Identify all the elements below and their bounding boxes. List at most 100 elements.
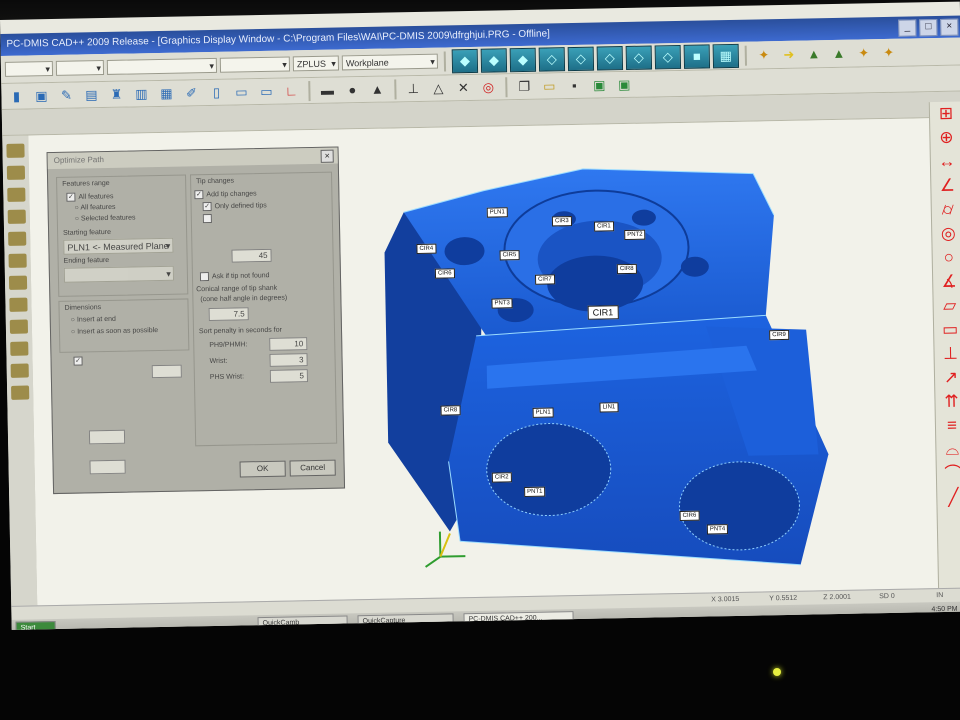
left-tool-icon[interactable]	[10, 363, 29, 378]
probe-mode-icon[interactable]: ✦	[753, 45, 775, 65]
view-solid-icon[interactable]: ■	[683, 43, 711, 69]
view-cube-icon[interactable]: ◇	[596, 45, 624, 71]
machine-icon[interactable]: ▲	[828, 43, 850, 63]
taskbar-item[interactable]: QuickCapture	[357, 613, 454, 628]
target-icon[interactable]: ◎	[477, 77, 499, 97]
import-icon[interactable]: ▣	[613, 74, 635, 94]
start-button[interactable]: Start	[15, 621, 56, 630]
feature-label[interactable]: CIR6	[434, 268, 455, 279]
crosshair-icon[interactable]: ⊕	[930, 126, 960, 151]
feature-label-selected[interactable]: CIR1	[587, 305, 619, 320]
maximize-button[interactable]: □	[919, 19, 938, 37]
feature-label[interactable]: PNT4	[706, 524, 729, 535]
toolbar-icon[interactable]: ▥	[130, 84, 152, 104]
feature-label[interactable]: CIR9	[769, 329, 789, 341]
left-tool-icon[interactable]	[8, 231, 27, 246]
dialog-close-button[interactable]: ×	[320, 149, 334, 163]
left-tool-icon[interactable]	[9, 297, 28, 312]
taskbar-item-active[interactable]: PC-DMIS CAD++ 200...	[463, 611, 574, 626]
workplane-select[interactable]: Workplane	[341, 53, 439, 71]
left-tool-icon[interactable]	[7, 209, 26, 224]
view-cube-icon[interactable]: ◆	[509, 47, 537, 72]
only-defined-tips-checkbox[interactable]: ✓ Only defined tips	[202, 201, 267, 212]
toolbar-icon[interactable]: ✐	[180, 83, 202, 103]
cylindricity-icon[interactable]: ⌭	[932, 198, 960, 223]
feature-select[interactable]	[219, 56, 291, 73]
cancel-button[interactable]: Cancel	[289, 459, 336, 477]
toolbar-icon[interactable]: ▮	[5, 86, 27, 106]
close-button[interactable]: ×	[940, 18, 959, 36]
circularity-icon[interactable]: ○	[933, 246, 960, 271]
flatness-icon[interactable]: ▱	[933, 294, 960, 319]
total-runout-icon[interactable]: ⇈	[935, 389, 960, 414]
machine-icon[interactable]: ▲	[803, 44, 825, 64]
toolbar-icon[interactable]: ✎	[55, 85, 77, 105]
left-tool-icon[interactable]	[8, 275, 28, 290]
taskbar-item[interactable]: QuickCamb	[257, 615, 348, 630]
toolbar-icon[interactable]: ▦	[155, 83, 177, 103]
axis-icon[interactable]: ∟	[280, 81, 302, 101]
view-cube-icon[interactable]: ◇	[625, 44, 653, 70]
profile-surface-icon[interactable]: ⌓	[936, 437, 960, 462]
wrist-penalty-field[interactable]: 3	[269, 353, 308, 367]
left-tool-icon[interactable]	[6, 165, 26, 180]
all-features-radio[interactable]: ○ All features	[75, 204, 116, 212]
left-tool-icon[interactable]	[6, 143, 25, 158]
feature-label[interactable]: CIR1	[593, 221, 614, 232]
surface-icon[interactable]: ▲	[366, 79, 388, 99]
phs-wrist-penalty-field[interactable]: 5	[269, 369, 309, 383]
toolbar-icon[interactable]: ▭	[255, 81, 277, 101]
toolbar-icon[interactable]: ▤	[80, 85, 102, 105]
feature-label[interactable]: PNT1	[524, 486, 546, 498]
probe-axis-select[interactable]: ZPLUS	[292, 55, 340, 72]
toolbar-icon[interactable]: ▣	[30, 86, 52, 106]
parallelism-icon[interactable]: ▭	[934, 318, 960, 343]
profile-line-icon[interactable]: ⌒	[937, 461, 960, 486]
feature-label[interactable]: PLN1	[532, 407, 554, 418]
view-cube-icon[interactable]: ◇	[567, 46, 595, 71]
angularity-icon[interactable]: ∡	[933, 270, 960, 295]
alignment-select[interactable]	[106, 57, 218, 75]
concentricity-icon[interactable]: ◎	[932, 222, 960, 247]
cone-angle-field[interactable]: 45	[231, 248, 272, 263]
selected-features-radio[interactable]: ○ Selected features	[75, 214, 136, 222]
view-cube-icon[interactable]: ◆	[451, 48, 479, 73]
distance-icon[interactable]: ↔	[931, 150, 960, 175]
runout-icon[interactable]: ↗	[935, 366, 960, 391]
left-tool-icon[interactable]	[9, 319, 29, 334]
window-icon[interactable]: ▭	[538, 76, 560, 96]
toolbar-icon[interactable]: ♜	[105, 84, 127, 104]
feature-label[interactable]: PLN1	[486, 207, 508, 218]
minimize-button[interactable]: _	[898, 19, 917, 37]
sphere-icon[interactable]: ●	[341, 80, 363, 100]
feature-label[interactable]: CIR8	[440, 405, 461, 416]
feature-label[interactable]: CIR6	[679, 510, 700, 522]
toolbar-icon[interactable]: ▭	[230, 82, 252, 102]
feature-label[interactable]: CIR7	[534, 274, 555, 285]
straightness-icon[interactable]: ╱	[937, 485, 960, 510]
add-tip-changes-checkbox[interactable]: ✓ Add tip changes	[194, 189, 257, 200]
insert-at-end-radio[interactable]: ○ Insert at end	[71, 316, 116, 324]
tip-select[interactable]	[55, 60, 105, 76]
feature-label[interactable]: CIR4	[416, 243, 437, 255]
left-tool-icon[interactable]	[10, 341, 29, 356]
grid-icon[interactable]: ⊞	[930, 102, 960, 127]
probe-select[interactable]	[4, 60, 54, 77]
all-features-checkbox[interactable]: ✓ All features	[66, 192, 114, 202]
line-icon[interactable]: ✕	[452, 77, 474, 97]
view-cube-icon[interactable]: ◆	[480, 47, 508, 73]
ph9-penalty-field[interactable]: 10	[269, 337, 308, 351]
view-grid-icon[interactable]: ▦	[712, 43, 740, 68]
view-cube-icon[interactable]: ◇	[538, 46, 566, 72]
ending-feature-select[interactable]	[63, 265, 175, 283]
ok-button[interactable]: OK	[239, 460, 286, 478]
arrow-right-icon[interactable]: ➜	[778, 44, 800, 64]
point-icon[interactable]: ⊥	[402, 78, 424, 98]
ask-tip-checkbox[interactable]: Ask if tip not found	[199, 271, 270, 282]
toolbar-icon[interactable]: ▯	[205, 82, 227, 102]
starting-feature-select[interactable]: PLN1 <- Measured Plane	[63, 237, 174, 255]
triangle-icon[interactable]: △	[427, 78, 449, 98]
left-tool-icon[interactable]	[11, 385, 30, 400]
feature-label[interactable]: CIR2	[491, 472, 512, 483]
feature-label[interactable]: CIR5	[499, 250, 520, 261]
